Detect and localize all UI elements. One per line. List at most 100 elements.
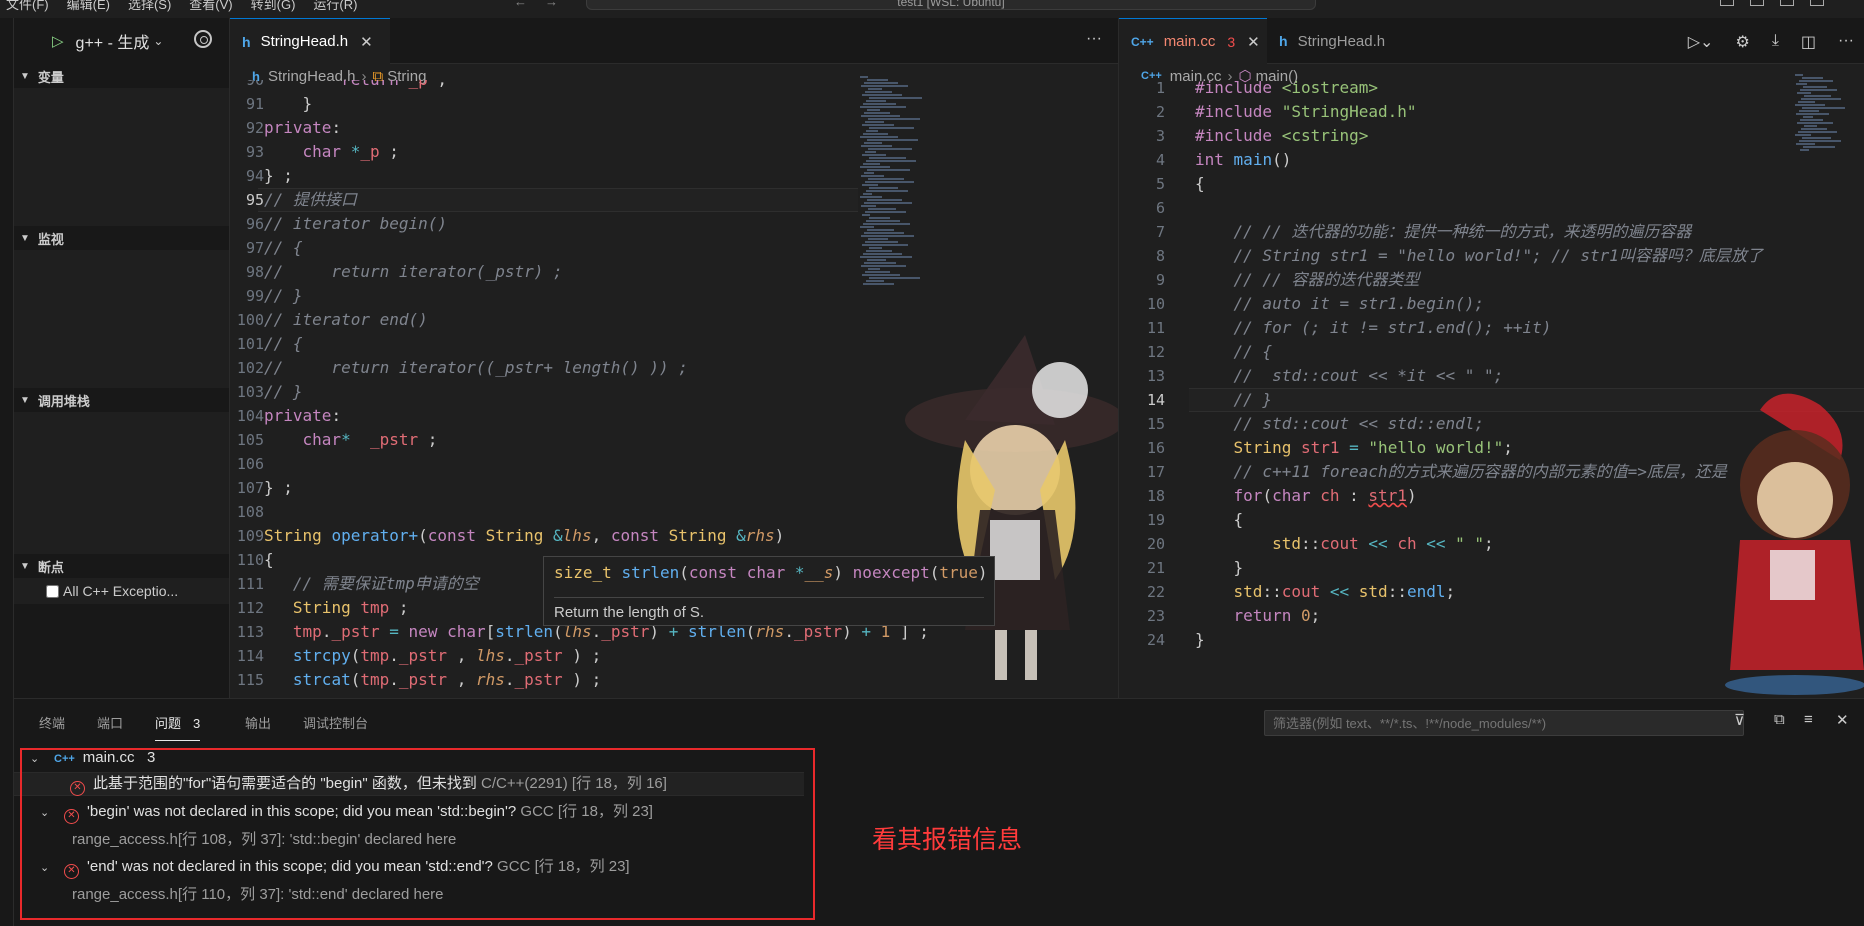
code-line[interactable]: strcat(tmp._pstr , rhs._pstr ) ; [264,668,601,692]
collapse-all-icon[interactable]: ⧉ [1774,711,1785,728]
run-icon[interactable]: ▷⌄ [1688,32,1714,52]
code-line[interactable]: // String str1 = "hello world!"; // str1… [1195,244,1763,268]
gear-icon[interactable] [194,30,212,48]
code-line[interactable]: #include <iostream> [1195,76,1378,100]
hover-description: Return the length of S. [554,597,984,621]
tab-terminal[interactable]: 终端 [39,713,65,732]
code-line[interactable]: char *_p ; [264,140,399,164]
menu-selection[interactable]: 选择(S) [128,0,171,13]
code-line[interactable]: private: [264,404,341,428]
code-line[interactable]: // { [264,332,303,356]
layout-icon[interactable] [1810,0,1824,6]
code-line[interactable]: } ; [264,164,293,188]
code-line[interactable]: { [1195,172,1205,196]
menu-edit[interactable]: 编辑(E) [67,0,110,13]
more-icon[interactable]: ··· [1838,32,1854,52]
code-line[interactable]: // iterator end() [264,308,428,332]
tab-stringhead[interactable]: h StringHead.h ✕ [230,18,390,64]
split-icon[interactable]: ◫ [1801,32,1816,52]
code-line[interactable]: } ; [264,476,293,500]
menu-go[interactable]: 转到(G) [251,0,296,13]
more-icon[interactable]: ··· [1086,30,1102,48]
tab-main-cc[interactable]: C++ main.cc 3 ✕ [1119,18,1267,64]
code-line[interactable]: String operator+(const String &lhs, cons… [264,524,784,548]
minimap-line [868,88,882,90]
minimap[interactable] [860,76,922,316]
menu-bar: 文件(F) 编辑(E) 选择(S) 查看(V) 转到(G) 运行(R) [6,0,357,13]
code-line[interactable]: // iterator begin() [264,212,447,236]
code-line[interactable]: String tmp ; [264,596,409,620]
layout-icon[interactable] [1750,0,1764,6]
close-icon[interactable]: ✕ [1247,33,1260,51]
code-line[interactable]: // 提供接口 [264,188,357,212]
section-breakpoints[interactable]: ▼ 断点 [14,554,229,578]
debug-toolbar: ▷ g++ - 生成 ⌄ [14,18,229,64]
code-line[interactable]: char* _pstr ; [264,428,438,452]
tab-problems[interactable]: 问题 3 [155,713,201,741]
section-variables[interactable]: ▼ 变量 [14,64,229,88]
minimap-line [860,226,874,228]
code-line[interactable]: return _p ; [264,80,447,92]
close-icon[interactable]: ✕ [360,33,373,51]
layout-icon[interactable] [1720,0,1734,6]
play-icon[interactable]: ▷ [52,32,64,50]
breakpoint-checkbox[interactable] [46,584,59,598]
code-line[interactable]: // // 容器的迭代器类型 [1195,268,1420,292]
code-line[interactable]: // } [264,284,303,308]
code-line[interactable]: // { [264,236,303,260]
tab-debug-console[interactable]: 调试控制台 [303,713,368,732]
code-line[interactable]: // std::cout << *it << " "; [1195,364,1504,388]
line-number: 6 [1155,199,1165,217]
tab-output[interactable]: 输出 [245,713,271,732]
code-line[interactable]: std::cout << ch << " "; [1195,532,1494,556]
code-line[interactable]: } [1195,556,1244,580]
code-line[interactable]: int main() [1195,148,1291,172]
tab-ports[interactable]: 端口 [97,713,123,732]
code-line[interactable]: // std::cout << std::endl; [1195,412,1484,436]
code-line[interactable]: #include <cstring> [1195,124,1368,148]
code-line[interactable]: // } [1195,388,1273,412]
menu-run[interactable]: 运行(R) [313,0,357,13]
download-icon[interactable]: ⤓ [1772,32,1779,52]
view-as-tree-icon[interactable]: ≡ [1804,711,1813,728]
filter-input[interactable] [1264,710,1744,736]
filter-icon[interactable]: ⊽ [1734,711,1745,729]
nav-arrows[interactable]: ←→ [514,0,576,9]
code-line[interactable]: } [1195,628,1205,652]
code-line[interactable]: { [1195,508,1244,532]
code-line[interactable]: // c++11 foreach的方式来遍历容器的内部元素的值=>底层，还是 [1195,460,1727,484]
code-line[interactable]: // for (; it != str1.end(); ++it) [1195,316,1552,340]
code-line[interactable]: return 0; [1195,604,1321,628]
code-line[interactable]: std::cout << std::endl; [1195,580,1456,604]
code-line[interactable]: #include "StringHead.h" [1195,100,1417,124]
minimap-line [865,181,914,183]
code-line[interactable]: private: [264,116,341,140]
tab-stringhead[interactable]: h StringHead.h [1267,18,1427,64]
minimap[interactable] [1795,74,1845,164]
chevron-down-icon[interactable]: ⌄ [153,34,163,48]
code-line[interactable]: String str1 = "hello world!"; [1195,436,1513,460]
code-line[interactable]: // } [264,380,303,404]
menu-view[interactable]: 查看(V) [189,0,232,13]
debug-config-select[interactable]: g++ - 生成 [76,29,150,53]
layout-icon[interactable] [1780,0,1794,6]
command-center[interactable]: test1 [WSL: Ubuntu] [586,0,1316,10]
gear-icon[interactable]: ⚙ [1735,32,1749,52]
code-line[interactable]: // { [1195,340,1273,364]
problems-count: 3 [193,716,201,731]
close-icon[interactable]: ✕ [1836,711,1849,729]
code-line[interactable]: // // 迭代器的功能：提供一种统一的方式，来透明的遍历容器 [1195,220,1692,244]
minimap-line [869,127,914,129]
code-line[interactable]: { [264,548,274,572]
code-line[interactable]: // return iterator((_pstr+ length() )) ; [264,356,688,380]
section-watch[interactable]: ▼ 监视 [14,226,229,250]
section-call-stack[interactable]: ▼ 调用堆栈 [14,388,229,412]
minimap-line [867,259,886,261]
menu-file[interactable]: 文件(F) [6,0,49,13]
code-line[interactable]: // auto it = str1.begin(); [1195,292,1484,316]
code-line[interactable]: // 需要保证tmp申请的空 [264,572,479,596]
code-line[interactable]: } [264,92,313,116]
code-line[interactable]: // return iterator(_pstr) ; [264,260,563,284]
code-line[interactable]: for(char ch : str1) [1195,484,1417,508]
code-line[interactable]: strcpy(tmp._pstr , lhs._pstr ) ; [264,644,601,668]
